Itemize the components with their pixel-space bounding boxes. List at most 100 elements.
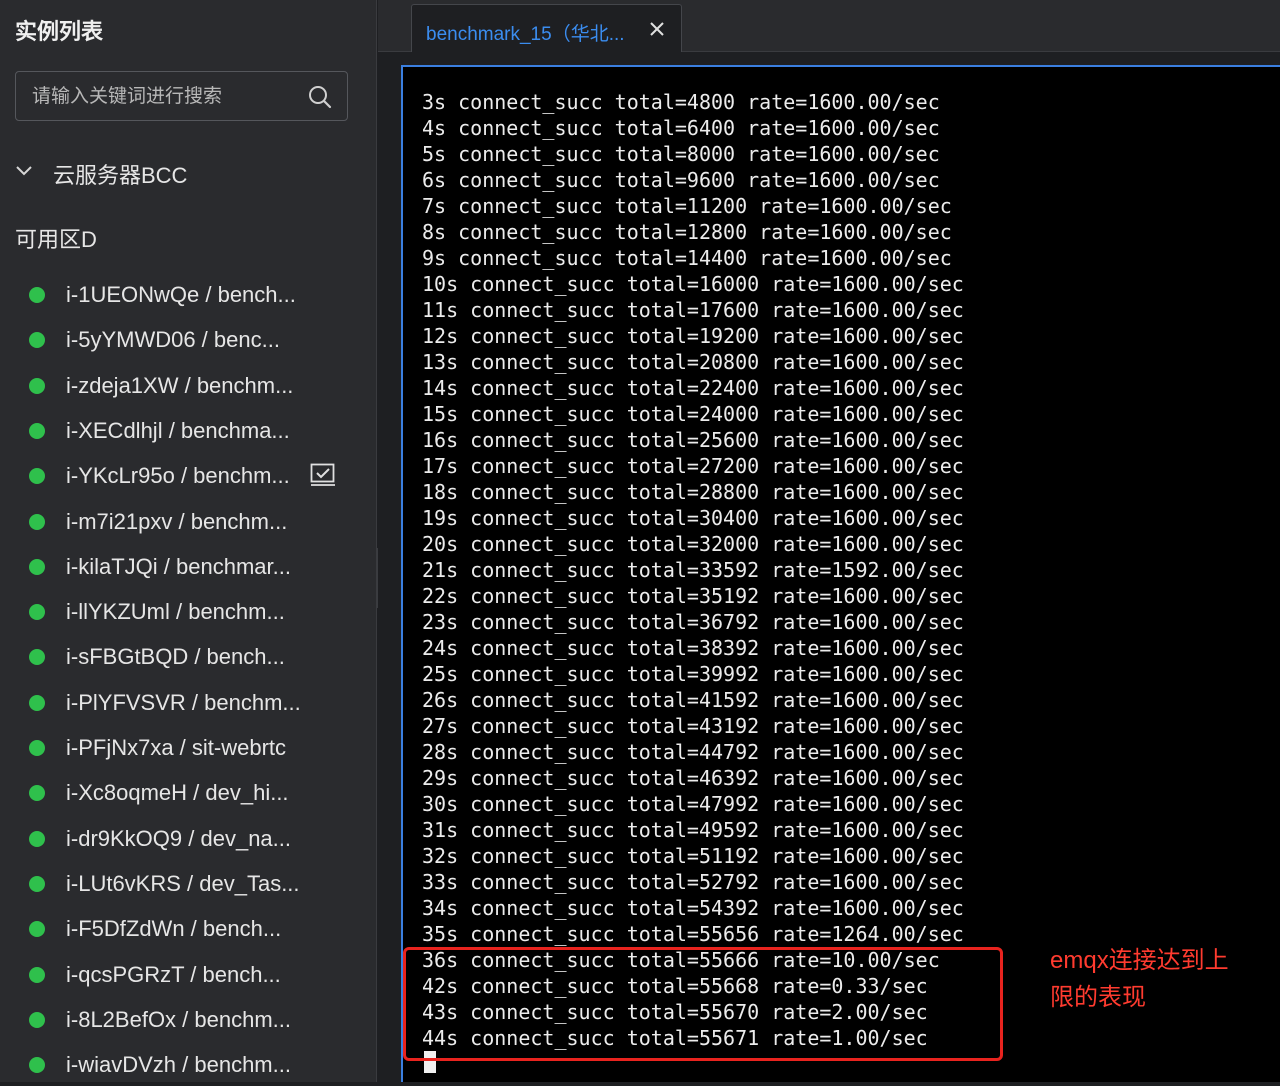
terminal-line: 17s connect_succ total=27200 rate=1600.0… bbox=[422, 454, 964, 478]
terminal-line: 14s connect_succ total=22400 rate=1600.0… bbox=[422, 376, 964, 400]
instance-item[interactable]: i-YKcLr95o / benchm... bbox=[0, 453, 376, 497]
instance-label: i-llYKZUml / benchm... bbox=[66, 599, 285, 625]
instance-label: i-Xc8oqmeH / dev_hi... bbox=[66, 780, 289, 806]
instance-item[interactable]: i-8L2BefOx / benchm... bbox=[0, 997, 376, 1041]
terminal-line: 10s connect_succ total=16000 rate=1600.0… bbox=[422, 272, 964, 296]
instance-label: i-qcsPGRzT / bench... bbox=[66, 961, 281, 987]
terminal-line: 35s connect_succ total=55656 rate=1264.0… bbox=[422, 922, 964, 946]
terminal-line: 16s connect_succ total=25600 rate=1600.0… bbox=[422, 428, 964, 452]
status-dot bbox=[29, 694, 45, 711]
terminal-line: 18s connect_succ total=28800 rate=1600.0… bbox=[422, 480, 964, 504]
chevron-down-icon[interactable] bbox=[15, 164, 33, 178]
instance-item[interactable]: i-5yYMWD06 / benc... bbox=[0, 317, 376, 361]
instance-label: i-zdeja1XW / benchm... bbox=[66, 372, 294, 398]
instance-item[interactable]: i-LUt6vKRS / dev_Tas... bbox=[0, 861, 376, 905]
terminal-line: 34s connect_succ total=54392 rate=1600.0… bbox=[422, 896, 964, 920]
terminal-line: 26s connect_succ total=41592 rate=1600.0… bbox=[422, 688, 964, 712]
terminal-line: 23s connect_succ total=36792 rate=1600.0… bbox=[422, 610, 964, 634]
terminal-line: 5s connect_succ total=8000 rate=1600.00/… bbox=[422, 142, 940, 166]
status-dot bbox=[29, 604, 45, 621]
status-dot bbox=[29, 649, 45, 666]
status-dot bbox=[29, 830, 45, 847]
instance-label: i-5yYMWD06 / benc... bbox=[66, 327, 280, 353]
terminal-line: 15s connect_succ total=24000 rate=1600.0… bbox=[422, 402, 964, 426]
status-dot bbox=[29, 377, 45, 394]
instance-label: i-PFjNx7xa / sit-webrtc bbox=[66, 735, 287, 760]
tab-benchmark-15[interactable]: benchmark_15（华北... bbox=[411, 4, 682, 52]
instance-label: i-XECdlhjl / benchma... bbox=[66, 417, 290, 443]
instance-label: i-LUt6vKRS / dev_Tas... bbox=[66, 870, 300, 896]
search-input[interactable] bbox=[30, 82, 304, 112]
group-label: 云服务器BCC bbox=[53, 163, 188, 188]
terminal-line: 29s connect_succ total=46392 rate=1600.0… bbox=[422, 766, 964, 790]
instance-item[interactable]: i-sFBGtBQD / bench... bbox=[0, 634, 376, 678]
status-dot bbox=[29, 332, 45, 349]
close-icon[interactable] bbox=[649, 21, 665, 37]
terminal-output: 3s connect_succ total=4800 rate=1600.00/… bbox=[422, 89, 964, 1051]
terminal-line: 30s connect_succ total=47992 rate=1600.0… bbox=[422, 792, 964, 816]
status-dot bbox=[29, 875, 45, 892]
status-dot bbox=[29, 468, 45, 485]
status-dot bbox=[29, 558, 45, 575]
terminal[interactable]: 3s connect_succ total=4800 rate=1600.00/… bbox=[401, 65, 1280, 1082]
instance-item[interactable]: i-zdeja1XW / benchm... bbox=[0, 363, 376, 407]
terminal-line: 25s connect_succ total=39992 rate=1600.0… bbox=[422, 662, 964, 686]
status-dot bbox=[29, 966, 45, 983]
instance-label: i-dr9KkOQ9 / dev_na... bbox=[66, 825, 291, 851]
terminal-line: 11s connect_succ total=17600 rate=1600.0… bbox=[422, 298, 964, 322]
instance-item[interactable]: i-PFjNx7xa / sit-webrtc bbox=[0, 725, 376, 769]
instance-label: i-m7i21pxv / benchm... bbox=[66, 508, 288, 534]
status-dot bbox=[29, 513, 45, 530]
terminal-line: 9s connect_succ total=14400 rate=1600.00… bbox=[422, 246, 952, 270]
instance-item[interactable]: i-dr9KkOQ9 / dev_na... bbox=[0, 816, 376, 860]
instance-item[interactable]: i-PlYFVSVR / benchm... bbox=[0, 680, 376, 724]
terminal-line: 31s connect_succ total=49592 rate=1600.0… bbox=[422, 818, 964, 842]
terminal-line: 24s connect_succ total=38392 rate=1600.0… bbox=[422, 636, 964, 660]
terminal-line: 32s connect_succ total=51192 rate=1600.0… bbox=[422, 844, 964, 868]
terminal-line: 12s connect_succ total=19200 rate=1600.0… bbox=[422, 324, 964, 348]
status-dot bbox=[29, 740, 45, 756]
instance-item[interactable]: i-qcsPGRzT / bench... bbox=[0, 952, 376, 996]
instance-item[interactable]: i-wiavDVzh / benchm... bbox=[0, 1042, 376, 1086]
status-dot bbox=[29, 785, 45, 802]
terminal-line: 22s connect_succ total=35192 rate=1600.0… bbox=[422, 584, 964, 608]
terminal-line: 19s connect_succ total=30400 rate=1600.0… bbox=[422, 506, 964, 530]
instance-label: i-wiavDVzh / benchm... bbox=[66, 1052, 291, 1078]
terminal-line: 28s connect_succ total=44792 rate=1600.0… bbox=[422, 740, 964, 764]
instance-item[interactable]: i-F5DfZdWn / bench... bbox=[0, 906, 376, 950]
instance-label: i-kilaTJQi / benchmar... bbox=[66, 553, 291, 579]
instance-label: i-PlYFVSVR / benchm... bbox=[66, 689, 301, 715]
annotation-text: emqx连接达到上限的表现 bbox=[1050, 947, 1229, 1011]
terminal-line: 20s connect_succ total=32000 rate=1600.0… bbox=[422, 532, 964, 556]
zone-label: 可用区D bbox=[15, 227, 97, 252]
status-dot bbox=[29, 422, 45, 439]
checkbox-checked-icon[interactable] bbox=[310, 463, 336, 487]
instance-label: i-8L2BefOx / benchm... bbox=[66, 1006, 291, 1032]
terminal-line: 3s connect_succ total=4800 rate=1600.00/… bbox=[422, 90, 940, 114]
instance-item[interactable]: i-kilaTJQi / benchmar... bbox=[0, 544, 376, 588]
terminal-line: 8s connect_succ total=12800 rate=1600.00… bbox=[422, 220, 952, 244]
search-icon[interactable] bbox=[307, 84, 333, 110]
status-dot bbox=[29, 287, 45, 303]
sidebar-title: 实例列表 bbox=[15, 19, 104, 44]
status-dot bbox=[29, 921, 45, 938]
terminal-line: 13s connect_succ total=20800 rate=1600.0… bbox=[422, 350, 964, 374]
search-box[interactable] bbox=[15, 71, 348, 121]
terminal-line: 6s connect_succ total=9600 rate=1600.00/… bbox=[422, 168, 940, 192]
tab-label: benchmark_15（华北... bbox=[426, 24, 625, 45]
instance-item[interactable]: i-m7i21pxv / benchm... bbox=[0, 499, 376, 543]
instance-label: i-F5DfZdWn / bench... bbox=[66, 916, 282, 942]
instance-item[interactable]: i-1UEONwQe / bench... bbox=[0, 272, 376, 316]
instance-item[interactable]: i-Xc8oqmeH / dev_hi... bbox=[0, 770, 376, 814]
instance-item[interactable]: i-llYKZUml / benchm... bbox=[0, 589, 376, 633]
terminal-line: 33s connect_succ total=52792 rate=1600.0… bbox=[422, 870, 964, 894]
status-dot bbox=[29, 1011, 45, 1028]
instance-label: i-YKcLr95o / benchm... bbox=[66, 463, 290, 489]
terminal-line: 4s connect_succ total=6400 rate=1600.00/… bbox=[422, 116, 940, 140]
instance-sidebar: 实例列表 云服务器BCC 可用区D i-1UEONwQe / bench... i… bbox=[0, 0, 377, 1082]
tab-bar: benchmark_15（华北... bbox=[378, 0, 1280, 52]
instance-label: i-1UEONwQe / bench... bbox=[66, 282, 296, 307]
instance-item[interactable]: i-XECdlhjl / benchma... bbox=[0, 408, 376, 452]
terminal-line: 21s connect_succ total=33592 rate=1592.0… bbox=[422, 558, 964, 582]
terminal-line: 27s connect_succ total=43192 rate=1600.0… bbox=[422, 714, 964, 738]
